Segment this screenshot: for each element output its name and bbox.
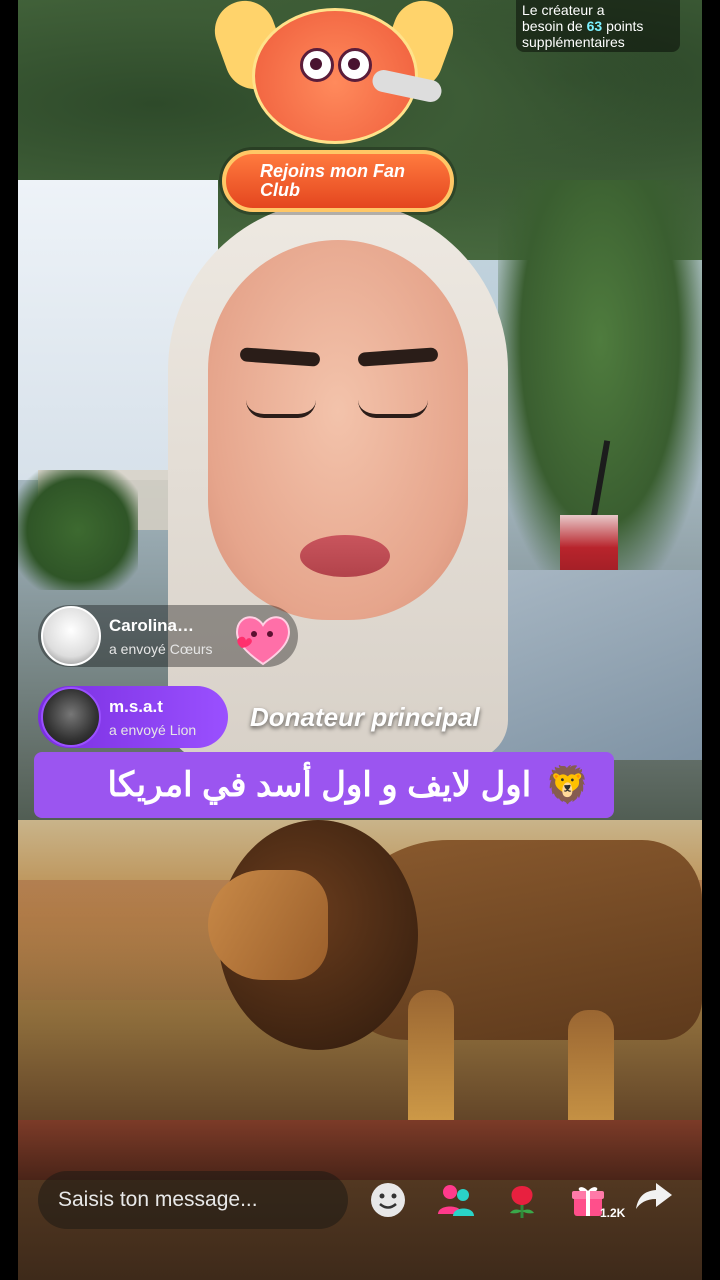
gift-info: Carolina… a envoyé Cœurs — [109, 616, 213, 657]
smiley-icon[interactable] — [366, 1178, 410, 1222]
points-line-3: supplémentaires — [522, 34, 625, 50]
banner-text: اول لايف و اول أسد في امريكا — [107, 766, 532, 804]
face — [208, 240, 468, 620]
avatar[interactable] — [41, 687, 101, 747]
fan-club-label: Rejoins mon Fan Club — [260, 161, 406, 200]
lips — [300, 535, 390, 577]
message-input[interactable]: Saisis ton message... — [38, 1171, 348, 1229]
top-gift-notification[interactable]: m.s.a.t a envoyé Lion — [38, 686, 228, 748]
join-fan-club-button[interactable]: Rejoins mon Fan Club — [222, 150, 454, 212]
streamer — [168, 200, 508, 760]
gift-description: a envoyé Cœurs — [109, 640, 213, 657]
left-eye — [246, 400, 316, 418]
fan-club-mascot[interactable] — [206, 0, 462, 150]
lion-animation — [208, 820, 702, 1160]
top-donor-label: Donateur principal — [250, 702, 480, 732]
avatar[interactable] — [41, 606, 101, 666]
sender-name: m.s.a.t — [109, 696, 163, 716]
gift-message-banner: اول لايف و اول أسد في امريكا 🦁 — [34, 752, 614, 818]
guests-icon[interactable] — [434, 1178, 478, 1222]
share-count: 1.2K — [600, 1206, 626, 1220]
mascot-right-eye — [338, 48, 372, 82]
lion-front-leg — [408, 990, 454, 1140]
lion-emoji-icon: 🦁 — [545, 764, 590, 805]
gift-description: a envoyé Lion — [109, 721, 197, 738]
right-brow — [357, 347, 439, 367]
message-placeholder: Saisis ton message... — [58, 1188, 258, 1211]
left-brow — [239, 347, 321, 367]
gift-info: m.s.a.t a envoyé Lion — [109, 697, 196, 738]
right-eye — [358, 400, 428, 418]
bushes — [18, 470, 138, 590]
rose-icon[interactable] — [500, 1178, 544, 1222]
lion-head — [208, 870, 328, 980]
creator-points-notice[interactable]: Le créateur a besoin de 63 points supplé… — [516, 0, 680, 52]
share-icon[interactable] — [632, 1174, 676, 1218]
mascot-left-eye — [300, 48, 334, 82]
points-value: 63 — [586, 18, 603, 34]
points-line-2: besoin de 63 points — [522, 18, 644, 34]
sender-name: Carolina… — [109, 615, 195, 635]
points-line-1: Le créateur a — [522, 2, 605, 18]
hearts-gift-icon — [236, 616, 290, 666]
